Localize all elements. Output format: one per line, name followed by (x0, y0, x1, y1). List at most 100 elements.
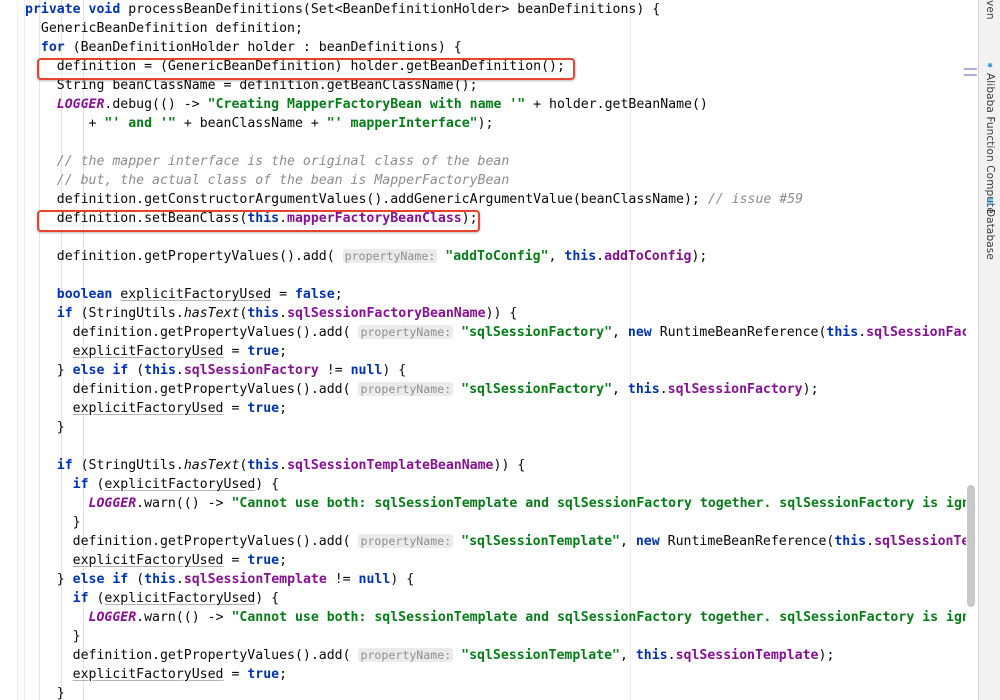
code-token: + beanClassName + (175, 116, 327, 131)
code-token: void (88, 2, 129, 17)
code-token: .warn(() -> (136, 610, 232, 625)
code-token: true (247, 344, 280, 359)
code-token: ( (88, 477, 105, 492)
code-token: , (612, 325, 628, 340)
code-token: RuntimeBeanReference( (651, 325, 827, 340)
code-token: LOGGER (56, 97, 105, 112)
code-line[interactable]: if (StringUtils.hasText(this.sqlSessionF… (25, 304, 978, 323)
code-line[interactable]: definition.getPropertyValues().add( prop… (25, 323, 978, 342)
code-token: = (223, 401, 248, 416)
gutter-fold-line (17, 0, 18, 700)
code-line[interactable]: } (25, 627, 978, 646)
code-line[interactable]: LOGGER.warn(() -> "Cannot use both: sqlS… (25, 494, 978, 513)
code-line[interactable] (25, 266, 978, 285)
code-token: , (619, 534, 636, 549)
code-token: ); (461, 211, 478, 226)
code-token: . (175, 363, 184, 378)
code-line[interactable]: explicitFactoryUsed = true; (25, 342, 978, 361)
tool-window-database[interactable]: ▥ Database (979, 196, 1000, 260)
code-token: sqlSessionTemplateBeanName (287, 458, 494, 473)
code-token: LOGGER (88, 496, 137, 511)
tool-window-database-icon: ▥ (984, 196, 996, 207)
code-line[interactable]: definition.getPropertyValues().add( prop… (25, 646, 978, 665)
code-token: explicitFactoryUsed (72, 344, 224, 359)
code-token: null (350, 363, 383, 378)
code-token: "' mapperInterface" (326, 116, 478, 131)
code-line[interactable]: GenericBeanDefinition definition; (25, 19, 978, 38)
code-token: explicitFactoryUsed (120, 287, 272, 302)
code-line[interactable]: LOGGER.warn(() -> "Cannot use both: sqlS… (25, 608, 978, 627)
code-token: + (25, 116, 105, 131)
code-token: ; (334, 287, 343, 302)
code-line[interactable]: } else if (this.sqlSessionFactory != nul… (25, 361, 978, 380)
code-token: "sqlSessionFactory" (461, 325, 613, 340)
code-line[interactable]: String beanClassName = definition.getBea… (25, 76, 978, 95)
code-line[interactable] (25, 228, 978, 247)
code-line[interactable]: } (25, 418, 978, 437)
code-token: )) { (485, 306, 518, 321)
code-token: propertyName: (358, 534, 454, 548)
code-token: "Cannot use both: sqlSessionTemplate and… (231, 610, 978, 625)
vertical-scrollbar[interactable] (966, 0, 978, 700)
code-line[interactable]: } else if (this.sqlSessionTemplate != nu… (25, 570, 978, 589)
code-token: ); (477, 116, 494, 131)
code-line[interactable]: // the mapper interface is the original … (25, 152, 978, 171)
code-token: this (144, 363, 176, 378)
code-token: , (612, 382, 628, 397)
code-line[interactable]: definition.setBeanClass(this.mapperFacto… (25, 209, 978, 228)
code-token: "sqlSessionFactory" (461, 382, 613, 397)
code-token: this (564, 249, 597, 264)
code-line[interactable]: definition.getConstructorArgumentValues(… (25, 190, 978, 209)
code-token: . (596, 249, 605, 264)
code-token: // but, the actual class of the bean is … (25, 173, 510, 188)
code-token: this (247, 458, 280, 473)
code-token: , (619, 648, 636, 663)
code-token: "addToConfig" (445, 249, 549, 264)
code-token: mapperFactoryBeanClass (287, 211, 462, 226)
code-line[interactable]: if (explicitFactoryUsed) { (25, 475, 978, 494)
code-line[interactable]: explicitFactoryUsed = true; (25, 551, 978, 570)
code-line[interactable]: + "' and '" + beanClassName + "' mapperI… (25, 114, 978, 133)
code-lines[interactable]: private void processBeanDefinitions(Set<… (25, 0, 978, 700)
code-token: else (72, 363, 105, 378)
code-token: new (627, 325, 652, 340)
code-line[interactable]: } (25, 513, 978, 532)
code-line[interactable]: definition = (GenericBeanDefinition) hol… (25, 57, 978, 76)
code-token: RuntimeBeanReference( (659, 534, 835, 549)
code-line[interactable]: private void processBeanDefinitions(Set<… (25, 0, 978, 19)
code-line[interactable]: explicitFactoryUsed = true; (25, 399, 978, 418)
code-token: , (548, 249, 565, 264)
code-line[interactable]: boolean explicitFactoryUsed = false; (25, 285, 978, 304)
editor-gutter[interactable] (0, 0, 25, 700)
code-editor-area[interactable]: private void processBeanDefinitions(Set<… (25, 0, 978, 700)
code-line[interactable]: LOGGER.debug(() -> "Creating MapperFacto… (25, 95, 978, 114)
scrollbar-thumb[interactable] (967, 485, 975, 607)
code-line[interactable]: definition.getPropertyValues().add( prop… (25, 247, 978, 266)
code-line[interactable]: if (explicitFactoryUsed) { (25, 589, 978, 608)
code-token: ) { (255, 591, 280, 606)
code-token: ; (279, 553, 288, 568)
right-tool-window-bar[interactable]: ven ✸ Alibaba Function Compute ▥ Database (978, 0, 1000, 700)
code-line[interactable] (25, 133, 978, 152)
tool-window-alibaba-function-compute[interactable]: ✸ Alibaba Function Compute (979, 60, 1000, 214)
tool-window-maven[interactable]: ven (979, 0, 1000, 20)
code-line[interactable] (25, 437, 978, 456)
code-token: explicitFactoryUsed (104, 477, 256, 492)
code-line[interactable]: if (StringUtils.hasText(this.sqlSessionT… (25, 456, 978, 475)
code-token: != (326, 572, 359, 587)
code-line[interactable]: definition.getPropertyValues().add( prop… (25, 380, 978, 399)
code-line[interactable]: // but, the actual class of the bean is … (25, 171, 978, 190)
code-line[interactable]: for (BeanDefinitionHolder holder : beanD… (25, 38, 978, 57)
code-line[interactable]: explicitFactoryUsed = true; (25, 665, 978, 684)
code-token: .debug(() -> (104, 97, 208, 112)
code-token: ; (279, 667, 288, 682)
code-line[interactable]: definition.getPropertyValues().add( prop… (25, 532, 978, 551)
code-token: = (223, 667, 248, 682)
code-line[interactable]: } (25, 684, 978, 700)
